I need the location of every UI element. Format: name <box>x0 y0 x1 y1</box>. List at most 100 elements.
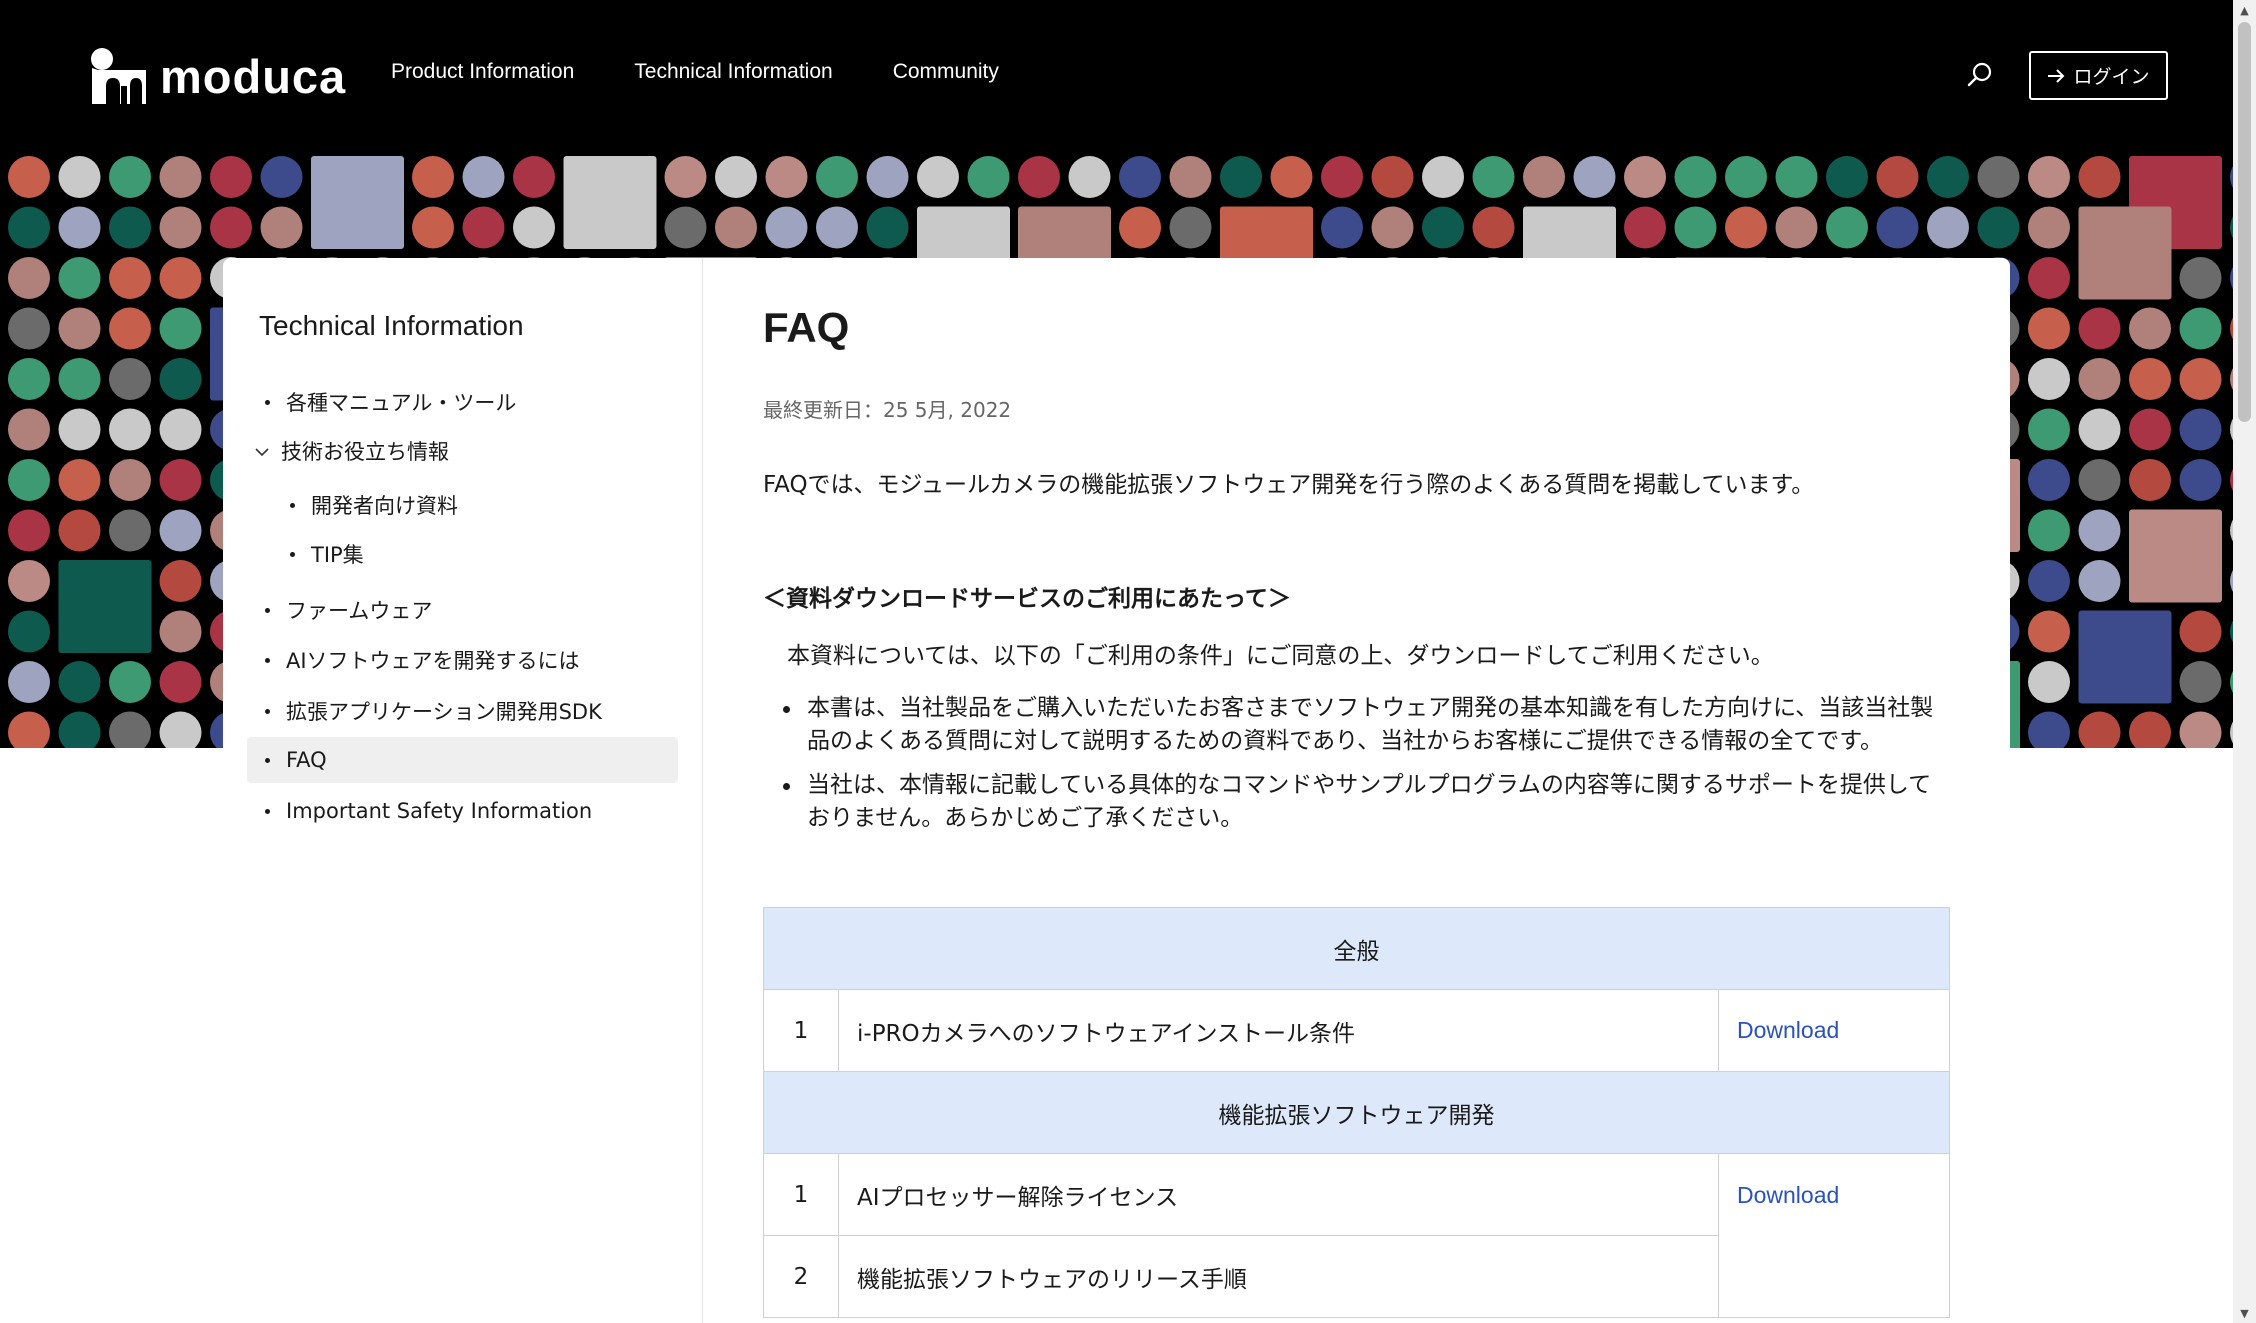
chevron-down-icon <box>255 442 281 461</box>
table-section-header: 全般 <box>763 907 1950 990</box>
table-row: 1 i-PROカメラへのソフトウェアインストール条件 Download <box>763 989 1950 1072</box>
sidebar-item-ai-software[interactable]: AIソフトウェアを開発するには <box>265 637 580 683</box>
pattern-dot <box>2028 459 2070 501</box>
sidebar-item-tips[interactable]: TIP集 <box>290 531 364 577</box>
sidebar-item-label: 拡張アプリケーション開発用SDK <box>286 700 602 724</box>
pattern-dot <box>664 156 707 198</box>
pattern-dot <box>1270 156 1313 198</box>
sidebar-item-safety[interactable]: Important Safety Information <box>265 788 592 834</box>
page-scrollbar[interactable]: ▲ ▼ <box>2233 0 2256 1323</box>
pattern-dot <box>2129 408 2171 451</box>
search-button[interactable] <box>1955 50 2005 100</box>
nav-product-information[interactable]: Product Information <box>391 60 574 84</box>
pattern-dot <box>260 206 303 249</box>
login-button[interactable]: ログイン <box>2029 51 2168 100</box>
sidebar-item-label: ファームウェア <box>286 599 433 623</box>
pattern-dot <box>1523 156 1565 198</box>
pattern-dot <box>159 408 202 451</box>
content-panel: Technical Information 各種マニュアル・ツール 技術お役立ち… <box>223 258 2010 1323</box>
pattern-square <box>563 156 657 249</box>
nav-technical-information[interactable]: Technical Information <box>634 60 832 84</box>
scroll-up-icon[interactable]: ▲ <box>2233 0 2256 20</box>
pattern-dot <box>109 156 151 198</box>
download-link[interactable]: Download <box>1737 1182 1839 1208</box>
pattern-dot <box>159 459 202 501</box>
pattern-dot <box>866 156 909 198</box>
pattern-dot <box>765 156 808 198</box>
sidebar-item-tech-tips[interactable]: 技術お役立ち情報 <box>255 428 449 474</box>
logo-text: moduca <box>160 49 347 103</box>
scroll-down-icon[interactable]: ▼ <box>2233 1303 2256 1323</box>
pattern-dot <box>1725 206 1767 249</box>
pattern-dot <box>1826 156 1868 198</box>
pattern-dot <box>917 156 959 198</box>
section-heading: 機能拡張ソフトウェア開発 <box>763 1071 1950 1154</box>
pattern-dot <box>2028 610 2070 653</box>
scroll-thumb[interactable] <box>2238 22 2251 422</box>
pattern-square <box>2078 206 2172 300</box>
row-number: 2 <box>763 1235 839 1318</box>
pattern-dot <box>2179 358 2222 400</box>
pattern-dot <box>8 610 50 653</box>
sidebar-item-developer-docs[interactable]: 開発者向け資料 <box>290 482 458 528</box>
pattern-dot <box>1977 206 2020 249</box>
sidebar-item-label: 技術お役立ち情報 <box>281 440 449 464</box>
pattern-dot <box>260 156 303 198</box>
pattern-dot <box>58 257 101 299</box>
pattern-dot <box>2129 307 2171 350</box>
sidebar-item-manuals[interactable]: 各種マニュアル・ツール <box>265 379 516 425</box>
sidebar-item-sdk[interactable]: 拡張アプリケーション開発用SDK <box>265 688 602 734</box>
pattern-dot <box>1321 206 1363 249</box>
sidebar-item-label: TIP集 <box>311 543 364 567</box>
pattern-dot <box>210 156 252 198</box>
pattern-dot <box>412 206 454 249</box>
pattern-dot <box>765 206 808 249</box>
pattern-dot <box>159 509 202 552</box>
nav-community[interactable]: Community <box>893 60 999 84</box>
pattern-dot <box>58 358 101 400</box>
pattern-dot <box>1927 156 1969 198</box>
pattern-dot <box>8 358 50 400</box>
bullet-icon <box>265 708 270 714</box>
pattern-dot <box>1977 156 2020 198</box>
row-title: AIプロセッサー解除ライセンス <box>838 1153 1719 1236</box>
pattern-dot <box>2179 610 2222 653</box>
section-heading: 全般 <box>763 907 1950 990</box>
moduca-logo[interactable]: moduca <box>88 46 346 106</box>
pattern-dot <box>1826 206 1868 249</box>
pattern-dot <box>967 156 1010 198</box>
pattern-dot <box>109 206 151 249</box>
pattern-dot <box>109 711 151 748</box>
pattern-dot <box>109 358 151 400</box>
pattern-dot <box>159 358 202 400</box>
sidebar-item-faq[interactable]: FAQ <box>247 737 678 783</box>
row-title: i-PROカメラへのソフトウェアインストール条件 <box>838 989 1719 1072</box>
pattern-dot <box>58 509 101 552</box>
notice-item: 本書は、当社製品をご購入いただいたお客さまでソフトウェア開発の基本知識を有した方… <box>783 692 1943 758</box>
pattern-dot <box>412 156 454 198</box>
pattern-dot <box>2179 307 2222 350</box>
page-title: FAQ <box>763 304 850 351</box>
pattern-dot <box>1472 156 1515 198</box>
pattern-dot <box>8 156 50 198</box>
pattern-dot <box>58 711 101 748</box>
pattern-dot <box>2078 358 2121 400</box>
pattern-dot <box>2028 560 2070 602</box>
pattern-dot <box>2179 661 2222 703</box>
pattern-dot <box>2028 206 2070 249</box>
notice-list: 本書は、当社製品をご購入いただいたお客さまでソフトウェア開発の基本知識を有した方… <box>783 692 1943 846</box>
pattern-dot <box>2078 560 2121 602</box>
pattern-dot <box>109 661 151 703</box>
sidebar-item-label: Important Safety Information <box>286 799 593 823</box>
download-link[interactable]: Download <box>1737 1017 1839 1043</box>
sidebar-item-firmware[interactable]: ファームウェア <box>265 587 432 633</box>
pattern-dot <box>210 206 252 249</box>
pattern-dot <box>8 206 50 249</box>
pattern-dot <box>2078 408 2121 451</box>
pattern-dot <box>1775 156 1818 198</box>
pattern-dot <box>8 257 50 299</box>
pattern-dot <box>1321 156 1363 198</box>
pattern-square <box>2129 509 2222 603</box>
faq-table: 全般 1 i-PROカメラへのソフトウェアインストール条件 Download 機… <box>763 907 1950 1318</box>
pattern-dot <box>1119 156 1161 198</box>
